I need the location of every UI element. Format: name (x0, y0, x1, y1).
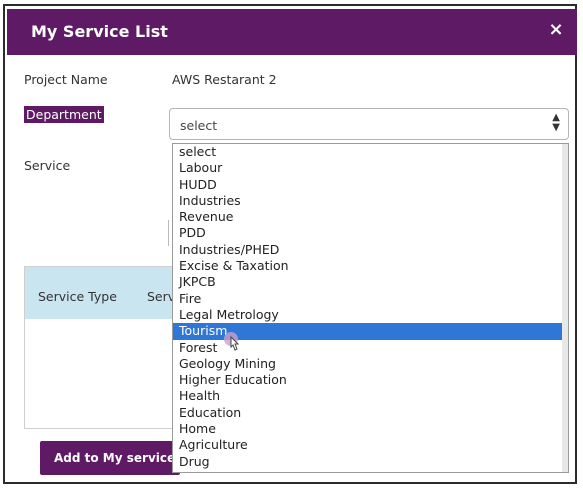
dropdown-option[interactable]: Health (173, 388, 568, 404)
dropdown-option[interactable]: Agriculture (173, 437, 568, 453)
dropdown-option[interactable]: Legal Metrology (173, 307, 568, 323)
add-button-label: Add to My service Li (54, 451, 180, 465)
dropdown-option[interactable]: Geology Mining (173, 356, 568, 372)
modal-title: My Service List (31, 22, 168, 41)
dropdown-option[interactable]: Excise & Taxation (173, 258, 568, 274)
dropdown-option[interactable]: Labour (173, 160, 568, 176)
project-name-value: AWS Restarant 2 (172, 72, 277, 87)
department-select[interactable]: select ▲ ▼ (169, 108, 569, 140)
dropdown-option[interactable]: Home (173, 421, 568, 437)
dropdown-option[interactable]: Revenue (173, 209, 568, 225)
dropdown-option[interactable]: PDD (173, 225, 568, 241)
department-dropdown-list[interactable]: select Labour HUDD Industries Revenue PDD Indu… (172, 143, 569, 473)
dropdown-option[interactable]: select (173, 144, 568, 160)
dropdown-option[interactable]: Fire (173, 291, 568, 307)
dropdown-option[interactable]: Higher Education (173, 372, 568, 388)
service-label: Service (24, 158, 71, 173)
project-name-label: Project Name (24, 72, 108, 87)
modal-header: My Service List × (7, 9, 577, 55)
dropdown-option[interactable]: Industries (173, 193, 568, 209)
close-icon[interactable]: × (545, 19, 567, 41)
dropdown-option[interactable]: Drug (173, 454, 568, 470)
hand-cursor-icon (224, 332, 240, 351)
add-to-my-service-list-button[interactable]: Add to My service Li (40, 441, 180, 475)
department-label: Department (24, 106, 104, 123)
dropdown-option[interactable]: JKPCB (173, 274, 568, 290)
dropdown-option[interactable]: Industries/PHED (173, 242, 568, 258)
dropdown-options: select Labour HUDD Industries Revenue PDD Indu… (173, 144, 568, 470)
department-selected-value: select (180, 118, 218, 133)
dropdown-option[interactable]: Education (173, 405, 568, 421)
dropdown-scrollbar[interactable] (562, 144, 568, 472)
column-service: Serv (147, 289, 176, 304)
updown-arrows-icon: ▲ ▼ (552, 112, 560, 133)
column-service-type: Service Type (38, 289, 117, 304)
dropdown-option[interactable]: HUDD (173, 177, 568, 193)
